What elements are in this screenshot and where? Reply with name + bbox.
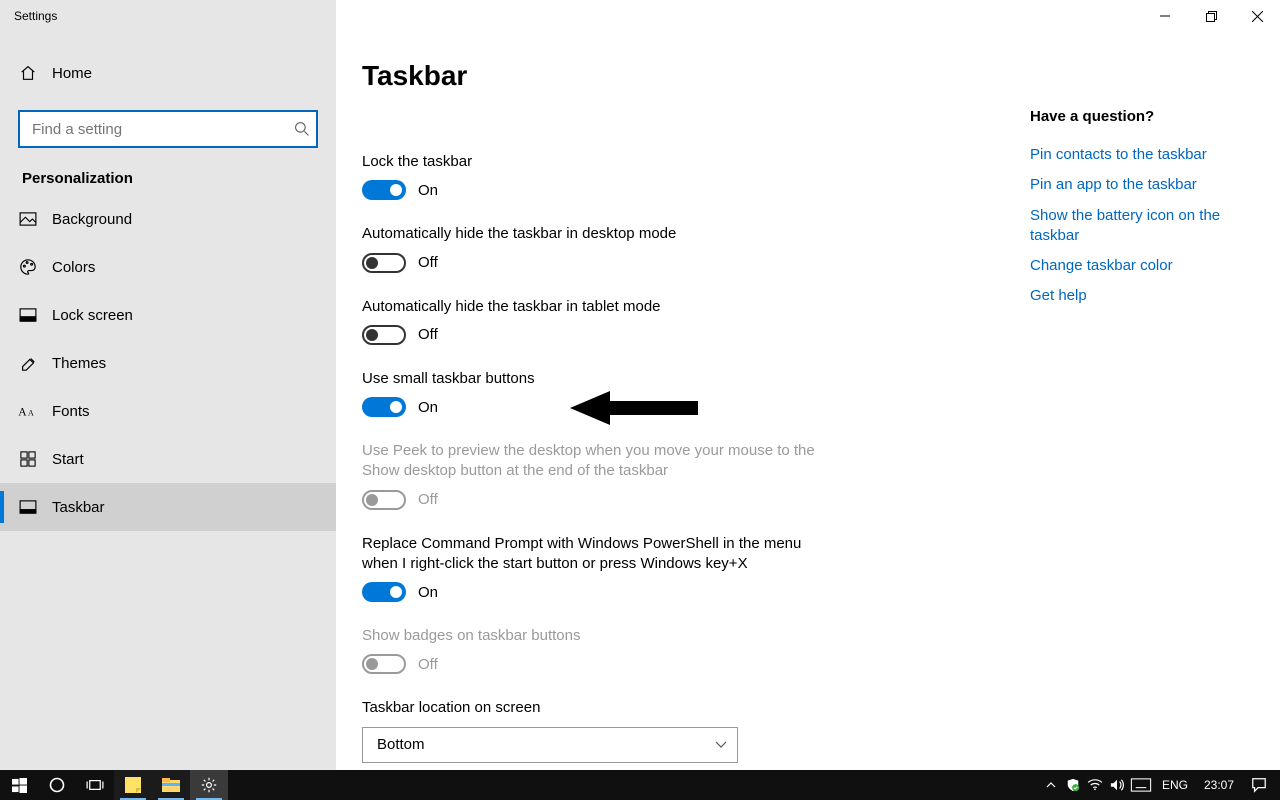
- search-input[interactable]: [30, 120, 294, 139]
- maximize-button[interactable]: [1188, 0, 1234, 32]
- toggle[interactable]: [362, 582, 406, 602]
- toggle-state: On: [418, 584, 438, 601]
- taskbar-app-stickynotes[interactable]: [114, 770, 152, 800]
- toggle-state: Off: [418, 656, 438, 673]
- setting-4: Use Peek to preview the desktop when you…: [362, 441, 832, 510]
- help-heading: Have a question?: [1030, 108, 1260, 125]
- taskview-button[interactable]: [76, 770, 114, 800]
- palette-icon: [18, 258, 38, 276]
- taskbar-app-explorer[interactable]: [152, 770, 190, 800]
- location-dropdown[interactable]: Bottom: [362, 727, 738, 763]
- setting-location: Taskbar location on screen Bottom: [362, 698, 832, 762]
- nav-home-label: Home: [52, 65, 92, 82]
- toggle[interactable]: [362, 180, 406, 200]
- setting-0: Lock the taskbar On: [362, 152, 832, 200]
- tray-language[interactable]: ENG: [1154, 778, 1196, 792]
- nav-home[interactable]: Home: [0, 50, 336, 96]
- toggle-state: Off: [418, 326, 438, 343]
- close-button[interactable]: [1234, 0, 1280, 32]
- sidebar: Home Personalization Background: [0, 0, 336, 770]
- cortana-button[interactable]: [38, 770, 76, 800]
- start-button[interactable]: [0, 770, 38, 800]
- setting-label: Replace Command Prompt with Windows Powe…: [362, 534, 832, 575]
- start-icon: [18, 451, 38, 467]
- nav-lockscreen[interactable]: Lock screen: [0, 291, 336, 339]
- setting-label: Use small taskbar buttons: [362, 369, 832, 389]
- toggle[interactable]: [362, 253, 406, 273]
- toggle[interactable]: [362, 325, 406, 345]
- fonts-icon: A A: [18, 403, 38, 419]
- nav-label: Lock screen: [52, 307, 133, 324]
- toggle-state: On: [418, 399, 438, 416]
- help-column: Have a question? Pin contacts to the tas…: [1030, 0, 1280, 770]
- caption-buttons: [1142, 0, 1280, 32]
- nav-label: Colors: [52, 259, 95, 276]
- tray-keyboard-icon[interactable]: [1128, 770, 1154, 800]
- lockscreen-icon: [18, 308, 38, 322]
- search-box[interactable]: [18, 110, 318, 148]
- taskbar-icon: [18, 500, 38, 514]
- themes-icon: [18, 354, 38, 372]
- image-icon: [18, 212, 38, 226]
- setting-1: Automatically hide the taskbar in deskto…: [362, 224, 832, 272]
- system-taskbar: ENG 23:07: [0, 770, 1280, 800]
- help-link[interactable]: Get help: [1030, 286, 1260, 306]
- setting-label: Automatically hide the taskbar in deskto…: [362, 224, 832, 244]
- window-title: Settings: [0, 0, 336, 32]
- nav-label: Taskbar: [52, 499, 105, 516]
- home-icon: [18, 64, 38, 82]
- nav-themes[interactable]: Themes: [0, 339, 336, 387]
- setting-2: Automatically hide the taskbar in tablet…: [362, 297, 832, 345]
- toggle: [362, 654, 406, 674]
- nav-colors[interactable]: Colors: [0, 243, 336, 291]
- tray-defender-icon[interactable]: [1062, 770, 1084, 800]
- setting-5: Replace Command Prompt with Windows Powe…: [362, 534, 832, 603]
- nav-background[interactable]: Background: [0, 195, 336, 243]
- settings-window: Settings Home: [0, 0, 1280, 770]
- nav-start[interactable]: Start: [0, 435, 336, 483]
- svg-text:A: A: [18, 406, 27, 418]
- nav-label: Start: [52, 451, 84, 468]
- toggle-state: Off: [418, 254, 438, 271]
- tray-volume-icon[interactable]: [1106, 770, 1128, 800]
- section-title: Personalization: [0, 148, 336, 195]
- help-link[interactable]: Pin an app to the taskbar: [1030, 175, 1260, 195]
- help-link[interactable]: Pin contacts to the taskbar: [1030, 145, 1260, 165]
- nav-label: Themes: [52, 355, 106, 372]
- toggle: [362, 490, 406, 510]
- toggle[interactable]: [362, 397, 406, 417]
- setting-label: Automatically hide the taskbar in tablet…: [362, 297, 832, 317]
- help-link[interactable]: Change taskbar color: [1030, 256, 1260, 276]
- setting-label: Lock the taskbar: [362, 152, 832, 172]
- tray-overflow-button[interactable]: [1040, 770, 1062, 800]
- setting-label: Taskbar location on screen: [362, 698, 832, 718]
- toggle-state: Off: [418, 491, 438, 508]
- dropdown-value: Bottom: [377, 736, 425, 753]
- setting-label: Use Peek to preview the desktop when you…: [362, 441, 832, 482]
- tray-wifi-icon[interactable]: [1084, 770, 1106, 800]
- nav-label: Fonts: [52, 403, 90, 420]
- svg-text:A: A: [28, 408, 34, 417]
- taskbar-app-settings[interactable]: [190, 770, 228, 800]
- nav-label: Background: [52, 211, 132, 228]
- tray-clock[interactable]: 23:07: [1196, 778, 1242, 792]
- nav-taskbar[interactable]: Taskbar: [0, 483, 336, 531]
- chevron-down-icon: [715, 741, 727, 749]
- page-title: Taskbar: [362, 60, 1030, 92]
- minimize-button[interactable]: [1142, 0, 1188, 32]
- help-link[interactable]: Show the battery icon on the taskbar: [1030, 206, 1260, 247]
- setting-label: Show badges on taskbar buttons: [362, 626, 832, 646]
- tray-actioncenter[interactable]: [1242, 777, 1276, 793]
- nav-fonts[interactable]: A A Fonts: [0, 387, 336, 435]
- setting-3: Use small taskbar buttons On: [362, 369, 832, 417]
- main-content: Taskbar Lock the taskbar On Automatically …: [336, 0, 1030, 770]
- toggle-state: On: [418, 182, 438, 199]
- search-icon: [294, 121, 310, 137]
- setting-6: Show badges on taskbar buttons Off: [362, 626, 832, 674]
